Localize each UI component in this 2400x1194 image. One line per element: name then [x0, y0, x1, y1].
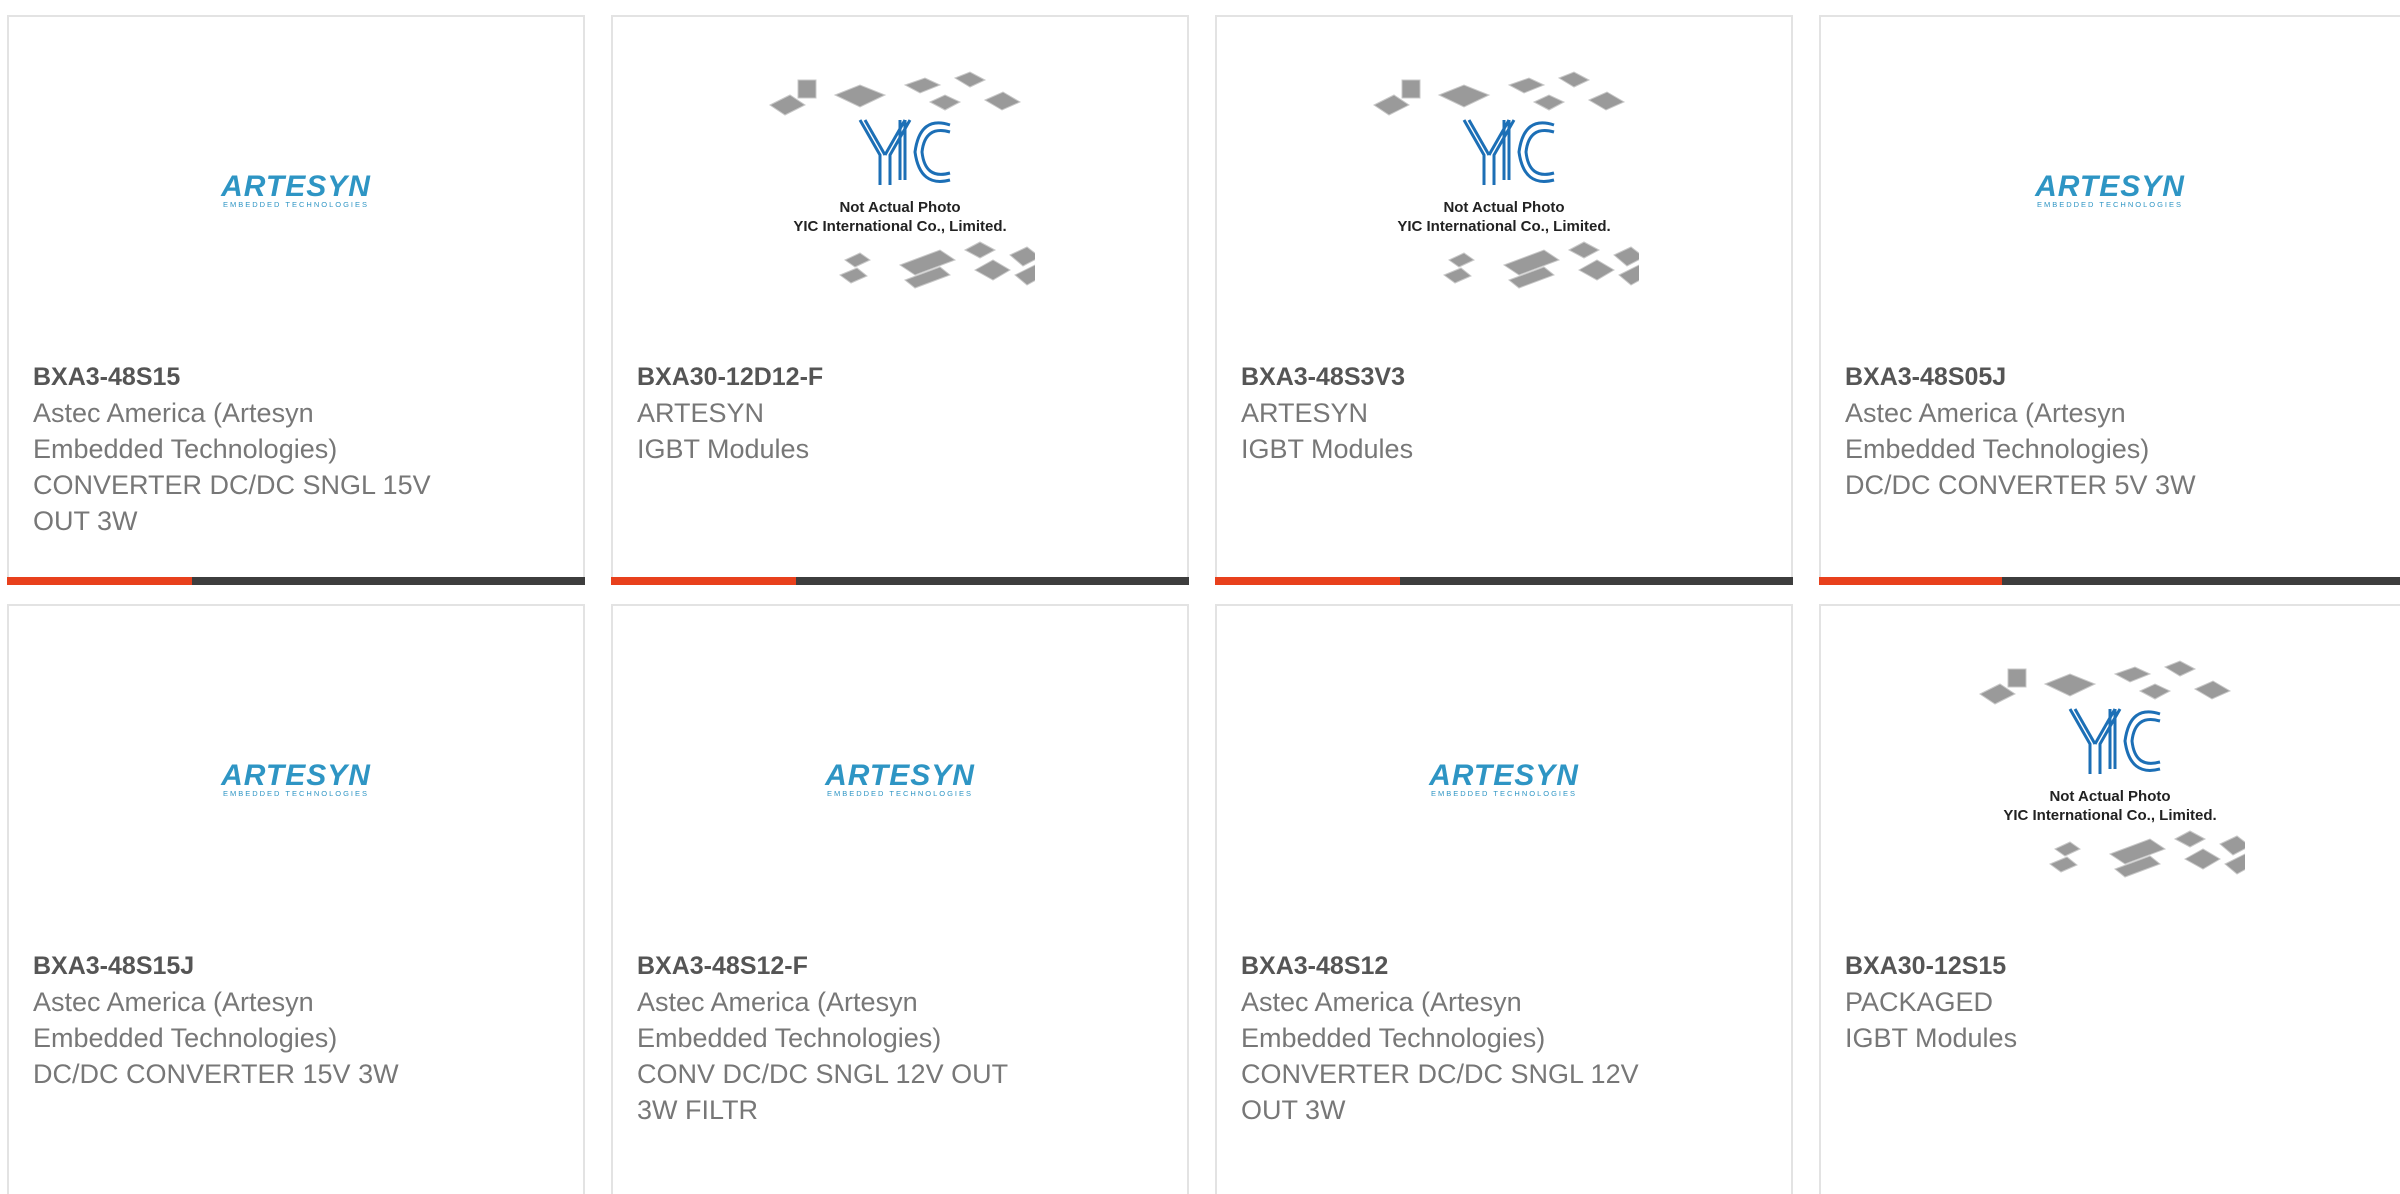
svg-text:EMBEDDED TECHNOLOGIES: EMBEDDED TECHNOLOGIES	[223, 789, 369, 798]
svg-text:Not Actual Photo: Not Actual Photo	[2049, 788, 2170, 805]
svg-text:YIC International Co., Limited: YIC International Co., Limited.	[793, 218, 1006, 235]
svg-text:EMBEDDED TECHNOLOGIES: EMBEDDED TECHNOLOGIES	[2037, 200, 2183, 209]
product-line: 3W FILTR	[637, 1095, 758, 1125]
product-line: DC/DC CONVERTER 5V 3W	[1845, 470, 2196, 500]
svg-text:EMBEDDED TECHNOLOGIES: EMBEDDED TECHNOLOGIES	[827, 789, 973, 798]
product-card[interactable]: ARTESYN EMBEDDED TECHNOLOGIES BXA3-48S05…	[1819, 15, 2400, 585]
product-info: BXA3-48S12-F Astec America (Artesyn Embe…	[637, 948, 1167, 1128]
svg-text:YIC International Co., Limited: YIC International Co., Limited.	[1397, 218, 1610, 235]
product-line: CONV DC/DC SNGL 12V OUT	[637, 1059, 1009, 1089]
svg-text:ARTESYN: ARTESYN	[2034, 170, 2185, 203]
part-number[interactable]: BXA30-12D12-F	[637, 359, 1167, 395]
product-line: Embedded Technologies)	[1845, 434, 2150, 464]
product-line: Embedded Technologies)	[637, 1023, 942, 1053]
product-line: IGBT Modules	[1845, 1023, 2018, 1053]
part-number[interactable]: BXA30-12S15	[1845, 948, 2387, 984]
yic-placeholder-image: Not Actual Photo YIC International Co., …	[769, 70, 1035, 289]
product-line: Astec America (Artesyn	[33, 398, 314, 428]
product-info: BXA3-48S05J Astec America (Artesyn Embed…	[1845, 359, 2387, 503]
part-number[interactable]: BXA3-48S15	[33, 359, 563, 395]
part-number[interactable]: BXA3-48S15J	[33, 948, 563, 984]
svg-text:ARTESYN: ARTESYN	[824, 759, 975, 792]
svg-text:YIC International Co., Limited: YIC International Co., Limited.	[2003, 807, 2216, 824]
product-image: Not Actual Photo YIC International Co., …	[1217, 17, 1791, 362]
product-line: IGBT Modules	[637, 434, 810, 464]
product-card[interactable]: ARTESYN EMBEDDED TECHNOLOGIES BXA3-48S15…	[7, 15, 585, 585]
part-number[interactable]: BXA3-48S3V3	[1241, 359, 1771, 395]
card-accent-bar	[1819, 577, 2002, 585]
artesyn-logo: ARTESYN EMBEDDED TECHNOLOGIES	[220, 759, 371, 798]
product-info: BXA3-48S15 Astec America (Artesyn Embedd…	[33, 359, 563, 539]
artesyn-logo: ARTESYN EMBEDDED TECHNOLOGIES	[220, 170, 371, 209]
product-line: Astec America (Artesyn	[33, 987, 314, 1017]
svg-text:EMBEDDED TECHNOLOGIES: EMBEDDED TECHNOLOGIES	[1431, 789, 1577, 798]
artesyn-logo: ARTESYN EMBEDDED TECHNOLOGIES	[1428, 759, 1579, 798]
product-image: Not Actual Photo YIC International Co., …	[613, 17, 1187, 362]
product-image: ARTESYN EMBEDDED TECHNOLOGIES	[1821, 17, 2399, 362]
card-bottom-bar	[7, 577, 585, 585]
svg-text:Not Actual Photo: Not Actual Photo	[839, 199, 960, 216]
product-line: PACKAGED	[1845, 987, 1994, 1017]
product-line: IGBT Modules	[1241, 434, 1414, 464]
product-line: ARTESYN	[1241, 398, 1369, 428]
product-grid: ARTESYN EMBEDDED TECHNOLOGIES BXA3-48S15…	[0, 0, 2400, 1194]
product-card[interactable]: ARTESYN EMBEDDED TECHNOLOGIES BXA3-48S12…	[1215, 604, 1793, 1194]
part-number[interactable]: BXA3-48S12-F	[637, 948, 1167, 984]
product-card[interactable]: Not Actual Photo YIC International Co., …	[1819, 604, 2400, 1194]
card-bottom-bar	[611, 577, 1189, 585]
product-image: ARTESYN EMBEDDED TECHNOLOGIES	[1217, 606, 1791, 951]
svg-text:Not Actual Photo: Not Actual Photo	[1443, 199, 1564, 216]
product-card[interactable]: ARTESYN EMBEDDED TECHNOLOGIES BXA3-48S15…	[7, 604, 585, 1194]
product-info: BXA30-12S15 PACKAGED IGBT Modules	[1845, 948, 2387, 1056]
product-line: OUT 3W	[1241, 1095, 1346, 1125]
product-image: Not Actual Photo YIC International Co., …	[1821, 606, 2399, 951]
product-image: ARTESYN EMBEDDED TECHNOLOGIES	[9, 606, 583, 951]
artesyn-logo: ARTESYN EMBEDDED TECHNOLOGIES	[2034, 170, 2185, 209]
product-line: Embedded Technologies)	[1241, 1023, 1546, 1053]
product-line: DC/DC CONVERTER 15V 3W	[33, 1059, 399, 1089]
product-line: Astec America (Artesyn	[637, 987, 918, 1017]
yic-placeholder-image: Not Actual Photo YIC International Co., …	[1373, 70, 1639, 289]
svg-text:ARTESYN: ARTESYN	[220, 170, 371, 203]
product-info: BXA3-48S3V3 ARTESYN IGBT Modules	[1241, 359, 1771, 467]
product-info: BXA30-12D12-F ARTESYN IGBT Modules	[637, 359, 1167, 467]
product-line: OUT 3W	[33, 506, 138, 536]
product-line: ARTESYN	[637, 398, 765, 428]
product-info: BXA3-48S12 Astec America (Artesyn Embedd…	[1241, 948, 1771, 1128]
product-card[interactable]: ARTESYN EMBEDDED TECHNOLOGIES BXA3-48S12…	[611, 604, 1189, 1194]
svg-text:EMBEDDED TECHNOLOGIES: EMBEDDED TECHNOLOGIES	[223, 200, 369, 209]
svg-text:ARTESYN: ARTESYN	[220, 759, 371, 792]
svg-text:ARTESYN: ARTESYN	[1428, 759, 1579, 792]
product-line: Embedded Technologies)	[33, 1023, 338, 1053]
product-line: Astec America (Artesyn	[1845, 398, 2126, 428]
product-info: BXA3-48S15J Astec America (Artesyn Embed…	[33, 948, 563, 1092]
card-bottom-bar	[1215, 577, 1793, 585]
product-line: CONVERTER DC/DC SNGL 12V	[1241, 1059, 1639, 1089]
part-number[interactable]: BXA3-48S12	[1241, 948, 1771, 984]
yic-placeholder-image: Not Actual Photo YIC International Co., …	[1979, 659, 2245, 878]
product-image: ARTESYN EMBEDDED TECHNOLOGIES	[613, 606, 1187, 951]
product-line: CONVERTER DC/DC SNGL 15V	[33, 470, 431, 500]
product-image: ARTESYN EMBEDDED TECHNOLOGIES	[9, 17, 583, 362]
product-line: Embedded Technologies)	[33, 434, 338, 464]
card-accent-bar	[611, 577, 796, 585]
part-number[interactable]: BXA3-48S05J	[1845, 359, 2387, 395]
card-accent-bar	[1215, 577, 1400, 585]
product-card[interactable]: Not Actual Photo YIC International Co., …	[1215, 15, 1793, 585]
artesyn-logo: ARTESYN EMBEDDED TECHNOLOGIES	[824, 759, 975, 798]
product-card[interactable]: Not Actual Photo YIC International Co., …	[611, 15, 1189, 585]
product-line: Astec America (Artesyn	[1241, 987, 1522, 1017]
card-bottom-bar	[1819, 577, 2400, 585]
card-accent-bar	[7, 577, 192, 585]
